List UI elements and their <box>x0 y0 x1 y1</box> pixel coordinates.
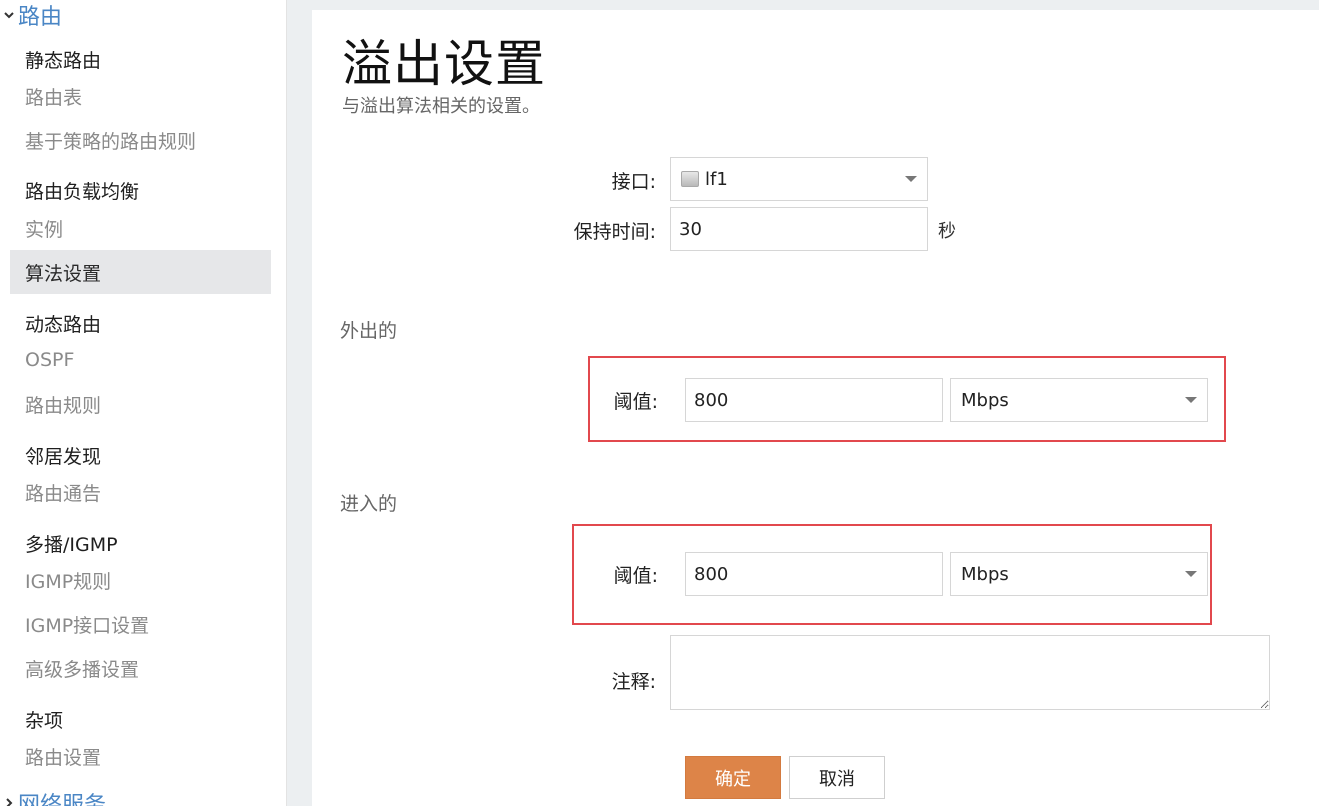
sidebar-item-igmp-rules[interactable]: IGMP规则 <box>10 558 271 602</box>
sidebar-group-static: 静态路由 <box>25 49 102 72</box>
page-subtitle: 与溢出算法相关的设置。 <box>342 96 540 117</box>
sidebar-group-multicast: 多播/IGMP <box>25 533 118 556</box>
inbound-unit-value: Mbps <box>961 563 1009 585</box>
sidebar-item-adv-multicast[interactable]: 高级多播设置 <box>10 646 271 690</box>
sidebar-item-route-table[interactable]: 路由表 <box>10 74 271 118</box>
cancel-button[interactable]: 取消 <box>789 756 885 799</box>
sidebar-group-neighbor: 邻居发现 <box>25 445 102 468</box>
sidebar-section-label: 网络服务 <box>18 793 107 806</box>
comment-label: 注释: <box>611 670 656 693</box>
interface-select[interactable]: lf1 <box>670 157 928 201</box>
sidebar: 路由 静态路由 路由表 基于策略的路由规则 路由负载均衡 实例 算法设置 动态路… <box>0 0 287 806</box>
sidebar-group-dynamic: 动态路由 <box>25 313 102 336</box>
interface-value: lf1 <box>705 168 728 190</box>
comment-textarea[interactable] <box>670 635 1270 710</box>
network-interface-icon <box>681 171 699 187</box>
sidebar-group-load-balance: 路由负载均衡 <box>25 180 140 203</box>
sidebar-section-routing[interactable]: 路由 <box>0 0 62 30</box>
hold-time-label: 保持时间: <box>573 220 656 243</box>
chevron-down-icon <box>1185 571 1197 577</box>
sidebar-item-pbr[interactable]: 基于策略的路由规则 <box>10 118 271 162</box>
sidebar-item-igmp-if[interactable]: IGMP接口设置 <box>10 602 271 646</box>
sidebar-item-route-rules[interactable]: 路由规则 <box>10 382 271 426</box>
outbound-unit-select[interactable]: Mbps <box>950 378 1208 422</box>
chevron-down-icon <box>905 176 917 182</box>
outbound-threshold-input[interactable]: 800 <box>685 378 943 422</box>
inbound-threshold-label: 阈值: <box>613 564 658 587</box>
sidebar-section-label: 路由 <box>18 5 63 30</box>
main-panel: 溢出设置 与溢出算法相关的设置。 接口: lf1 保持时间: 30 秒 外出的 … <box>312 10 1319 806</box>
inbound-unit-select[interactable]: Mbps <box>950 552 1208 596</box>
outbound-threshold-label: 阈值: <box>613 390 658 413</box>
chevron-right-icon <box>0 797 18 806</box>
sidebar-item-ospf[interactable]: OSPF <box>10 338 271 382</box>
outbound-unit-value: Mbps <box>961 389 1009 411</box>
ok-button[interactable]: 确定 <box>685 756 781 799</box>
chevron-down-icon <box>0 9 18 21</box>
inbound-heading: 进入的 <box>340 493 398 515</box>
outbound-heading: 外出的 <box>340 320 398 342</box>
sidebar-item-instance[interactable]: 实例 <box>10 206 271 250</box>
interface-label: 接口: <box>611 170 656 193</box>
hold-time-input[interactable]: 30 <box>670 207 928 251</box>
hold-time-unit: 秒 <box>938 221 956 242</box>
inbound-threshold-input[interactable]: 800 <box>685 552 943 596</box>
sidebar-section-network-services[interactable]: 网络服务 <box>0 788 106 806</box>
page-title: 溢出设置 <box>342 35 546 93</box>
sidebar-item-algorithm[interactable]: 算法设置 <box>10 250 271 294</box>
sidebar-item-route-settings[interactable]: 路由设置 <box>10 734 271 778</box>
chevron-down-icon <box>1185 397 1197 403</box>
sidebar-group-misc: 杂项 <box>25 709 64 732</box>
sidebar-item-route-adv[interactable]: 路由通告 <box>10 470 271 514</box>
